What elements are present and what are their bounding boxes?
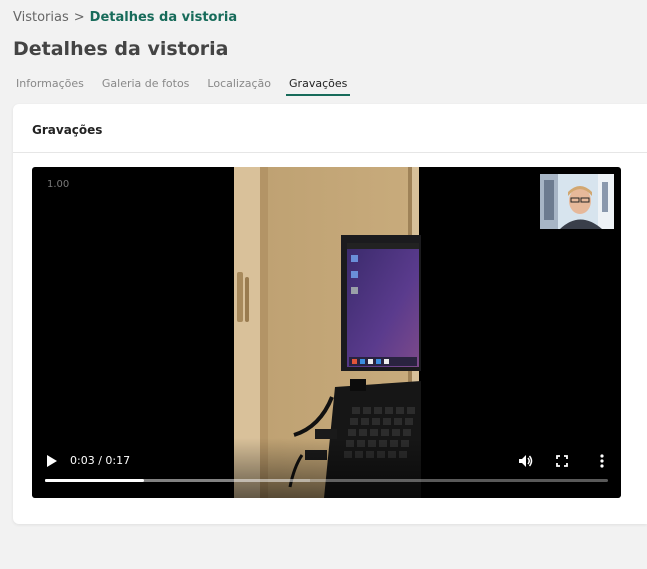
tab-localizacao[interactable]: Localização (207, 77, 271, 96)
video-progress-bar[interactable] (45, 479, 608, 482)
recordings-card: Gravações 1.00 0:03 / 0:17 (13, 104, 647, 524)
video-overlay-text: 1.00 (47, 179, 70, 190)
more-options-icon[interactable] (594, 453, 610, 469)
breadcrumb-separator: > (73, 10, 85, 25)
tab-gravacoes[interactable]: Gravações (286, 77, 351, 96)
breadcrumb-parent-link[interactable]: Vistorias (13, 10, 69, 25)
tab-informacoes[interactable]: Informações (16, 77, 84, 96)
play-icon[interactable] (45, 454, 59, 468)
video-player[interactable]: 1.00 0:03 / 0:17 (32, 167, 621, 498)
tab-galeria-de-fotos[interactable]: Galeria de fotos (102, 77, 190, 96)
breadcrumb: Vistorias > Detalhes da vistoria (13, 10, 237, 25)
fullscreen-icon[interactable] (554, 453, 570, 469)
video-time-display: 0:03 / 0:17 (70, 454, 131, 467)
pip-camera-thumbnail (540, 174, 614, 229)
breadcrumb-current: Detalhes da vistoria (89, 10, 238, 25)
volume-icon[interactable] (517, 453, 533, 469)
page-title: Detalhes da vistoria (13, 38, 229, 60)
card-title: Gravações (32, 123, 103, 137)
card-divider (13, 152, 647, 153)
video-progress-fill (45, 479, 145, 482)
tab-bar: Informações Galeria de fotos Localização… (16, 77, 368, 96)
